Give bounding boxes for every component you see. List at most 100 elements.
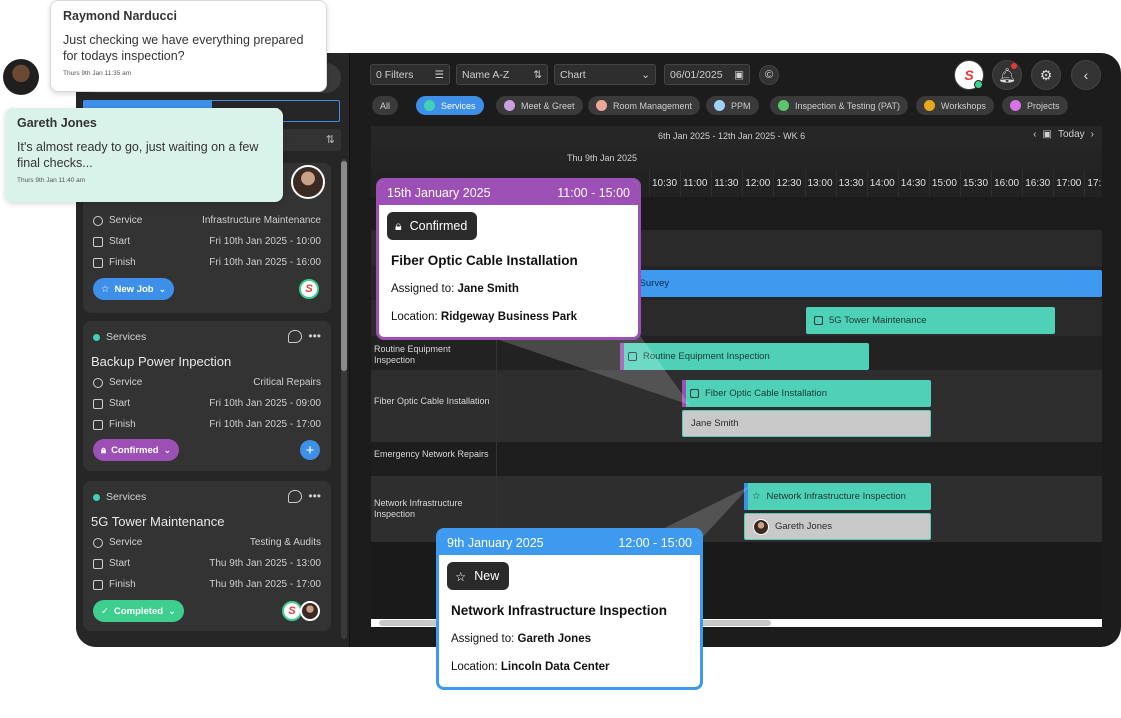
- filter-chip[interactable]: Room Management: [588, 96, 701, 115]
- list-scrollbar[interactable]: [341, 159, 347, 639]
- hour-label: 12:30: [776, 178, 802, 189]
- company-logo-icon: S: [282, 601, 302, 621]
- category-dot: [424, 100, 435, 111]
- star-icon: ☆: [101, 283, 110, 295]
- chevron-down-icon: ⌄: [168, 605, 176, 616]
- date-picker[interactable]: 06/01/2025 ▣: [664, 64, 750, 85]
- filter-chip[interactable]: Services: [416, 96, 484, 115]
- chevron-down-icon: ⌄: [641, 68, 650, 81]
- week-label: 6th Jan 2025 - 12th Jan 2025 - WK 6: [658, 131, 806, 141]
- category-dot: [1010, 100, 1021, 111]
- event-popup-fiber[interactable]: 15th January 2025 11:00 - 15:00 🔒︎ Confirm…: [376, 178, 641, 340]
- comment-icon[interactable]: [288, 329, 303, 343]
- job-title: 5G Tower Maintenance: [91, 514, 225, 529]
- event-bar[interactable]: th Survey: [621, 270, 1102, 297]
- assignee-bar[interactable]: Gareth Jones: [744, 513, 931, 540]
- filter-chip[interactable]: Meet & Greet: [496, 96, 583, 115]
- job-title: Backup Power Inpection: [91, 354, 232, 369]
- info-icon: [93, 215, 103, 226]
- sort-icon[interactable]: ⇅: [326, 133, 335, 146]
- hour-label: 11:30: [714, 178, 739, 189]
- day-label: Thu 9th Jan 2025: [567, 153, 638, 163]
- calendar-icon: [93, 558, 103, 569]
- job-card[interactable]: Services ••• 5G Tower Maintenance Servic…: [83, 481, 331, 631]
- status-badge: ☆ New: [447, 562, 510, 590]
- more-icon[interactable]: •••: [308, 489, 321, 503]
- hour-label: 17:: [1087, 178, 1102, 189]
- chat-message: Raymond Narducci Just checking we have e…: [50, 0, 327, 92]
- category-dot: [93, 493, 100, 501]
- category-dot: [924, 100, 935, 111]
- notifications-button[interactable]: 🔔︎: [992, 60, 1022, 90]
- category-dot: [93, 333, 100, 341]
- lock-icon: [628, 352, 637, 361]
- chevron-right-icon[interactable]: ›: [1091, 129, 1094, 140]
- hour-label: 15:00: [931, 178, 957, 189]
- category-dot: [778, 100, 789, 111]
- hour-label: 16:30: [1025, 178, 1051, 189]
- collapse-button[interactable]: ‹: [1071, 60, 1101, 90]
- event-popup-network[interactable]: 9th January 2025 12:00 - 15:00 ☆ New Netwo…: [436, 528, 703, 690]
- hour-label: 13:30: [838, 178, 864, 189]
- star-icon: ☆: [455, 569, 467, 584]
- hour-label: 12:00: [745, 178, 771, 189]
- check-circle-icon: ✓: [101, 605, 109, 617]
- chevron-left-icon[interactable]: ‹: [1033, 129, 1036, 140]
- hour-label: 15:30: [963, 178, 989, 189]
- filter-chip[interactable]: All: [372, 96, 399, 115]
- status-dropdown[interactable]: 🔒︎ Confirmed ⌄: [93, 439, 180, 461]
- calendar-icon: [93, 579, 103, 590]
- card-actions[interactable]: •••: [288, 489, 321, 503]
- info-icon: [93, 377, 103, 388]
- calendar-icon: [93, 419, 103, 430]
- filter-chip[interactable]: Workshops: [916, 96, 994, 115]
- chevron-left-icon: ‹: [1083, 67, 1089, 83]
- hour-label: 17:00: [1056, 178, 1082, 189]
- chevron-down-icon: ⌄: [163, 444, 172, 455]
- popup-title: Network Infrastructure Inspection: [451, 603, 668, 618]
- assignee-bar[interactable]: Jane Smith: [682, 410, 931, 437]
- assignee-avatar: [753, 518, 769, 535]
- event-bar[interactable]: ☆ Network Infrastructure Inspection: [744, 483, 931, 510]
- calendar-icon[interactable]: ▣: [1043, 129, 1052, 140]
- status-dropdown[interactable]: ✓ Completed ⌄: [93, 600, 184, 622]
- chat-message: Gareth Jones It's almost ready to go, ju…: [5, 108, 283, 202]
- today-button[interactable]: Today: [1058, 129, 1085, 140]
- filter-chip[interactable]: Projects: [1002, 96, 1068, 115]
- hour-label: 13:00: [807, 178, 833, 189]
- sliders-icon: ☰: [434, 68, 444, 81]
- hour-label: 16:00: [994, 178, 1020, 189]
- company-logo-icon: S: [299, 279, 319, 299]
- comment-icon[interactable]: [288, 489, 303, 503]
- filter-chip[interactable]: Inspection & Testing (PAT): [770, 96, 909, 115]
- add-assignee-button[interactable]: +: [300, 440, 320, 460]
- card-actions[interactable]: •••: [288, 329, 321, 343]
- lock-icon: 🔒︎: [395, 218, 402, 233]
- copyright-icon[interactable]: ©: [759, 65, 779, 85]
- sort-select[interactable]: Name A-Z ⇅: [456, 64, 548, 85]
- online-status-dot: [974, 80, 983, 89]
- lock-icon: [690, 389, 699, 398]
- calendar-icon: [93, 398, 103, 409]
- event-bar[interactable]: Routine Equipment Inspection: [620, 343, 869, 370]
- settings-button[interactable]: ⚙: [1031, 60, 1061, 90]
- gear-icon: ⚙: [1039, 66, 1053, 83]
- category-dot: [504, 100, 515, 111]
- view-select[interactable]: Chart ⌄: [554, 64, 656, 85]
- notification-dot: [1011, 63, 1017, 69]
- status-dropdown[interactable]: ☆ New Job ⌄: [93, 278, 175, 300]
- event-bar[interactable]: Fiber Optic Cable Installation: [682, 380, 931, 407]
- calendar-icon: [93, 257, 103, 268]
- chat-avatar: [3, 59, 39, 95]
- filters-button[interactable]: 0 Filters ☰: [370, 64, 450, 85]
- calendar-icon: [93, 236, 103, 247]
- hour-label: 11:00: [683, 178, 708, 189]
- job-card[interactable]: Services ••• Backup Power Inpection Serv…: [83, 321, 331, 471]
- event-bar[interactable]: 5G Tower Maintenance: [806, 307, 1055, 334]
- popup-title: Fiber Optic Cable Installation: [391, 253, 578, 268]
- more-icon[interactable]: •••: [308, 329, 321, 343]
- filter-chip[interactable]: PPM: [706, 96, 759, 115]
- hour-label: 10:30: [652, 178, 678, 189]
- hour-label: 14:00: [869, 178, 895, 189]
- sort-icon: ⇅: [533, 68, 542, 81]
